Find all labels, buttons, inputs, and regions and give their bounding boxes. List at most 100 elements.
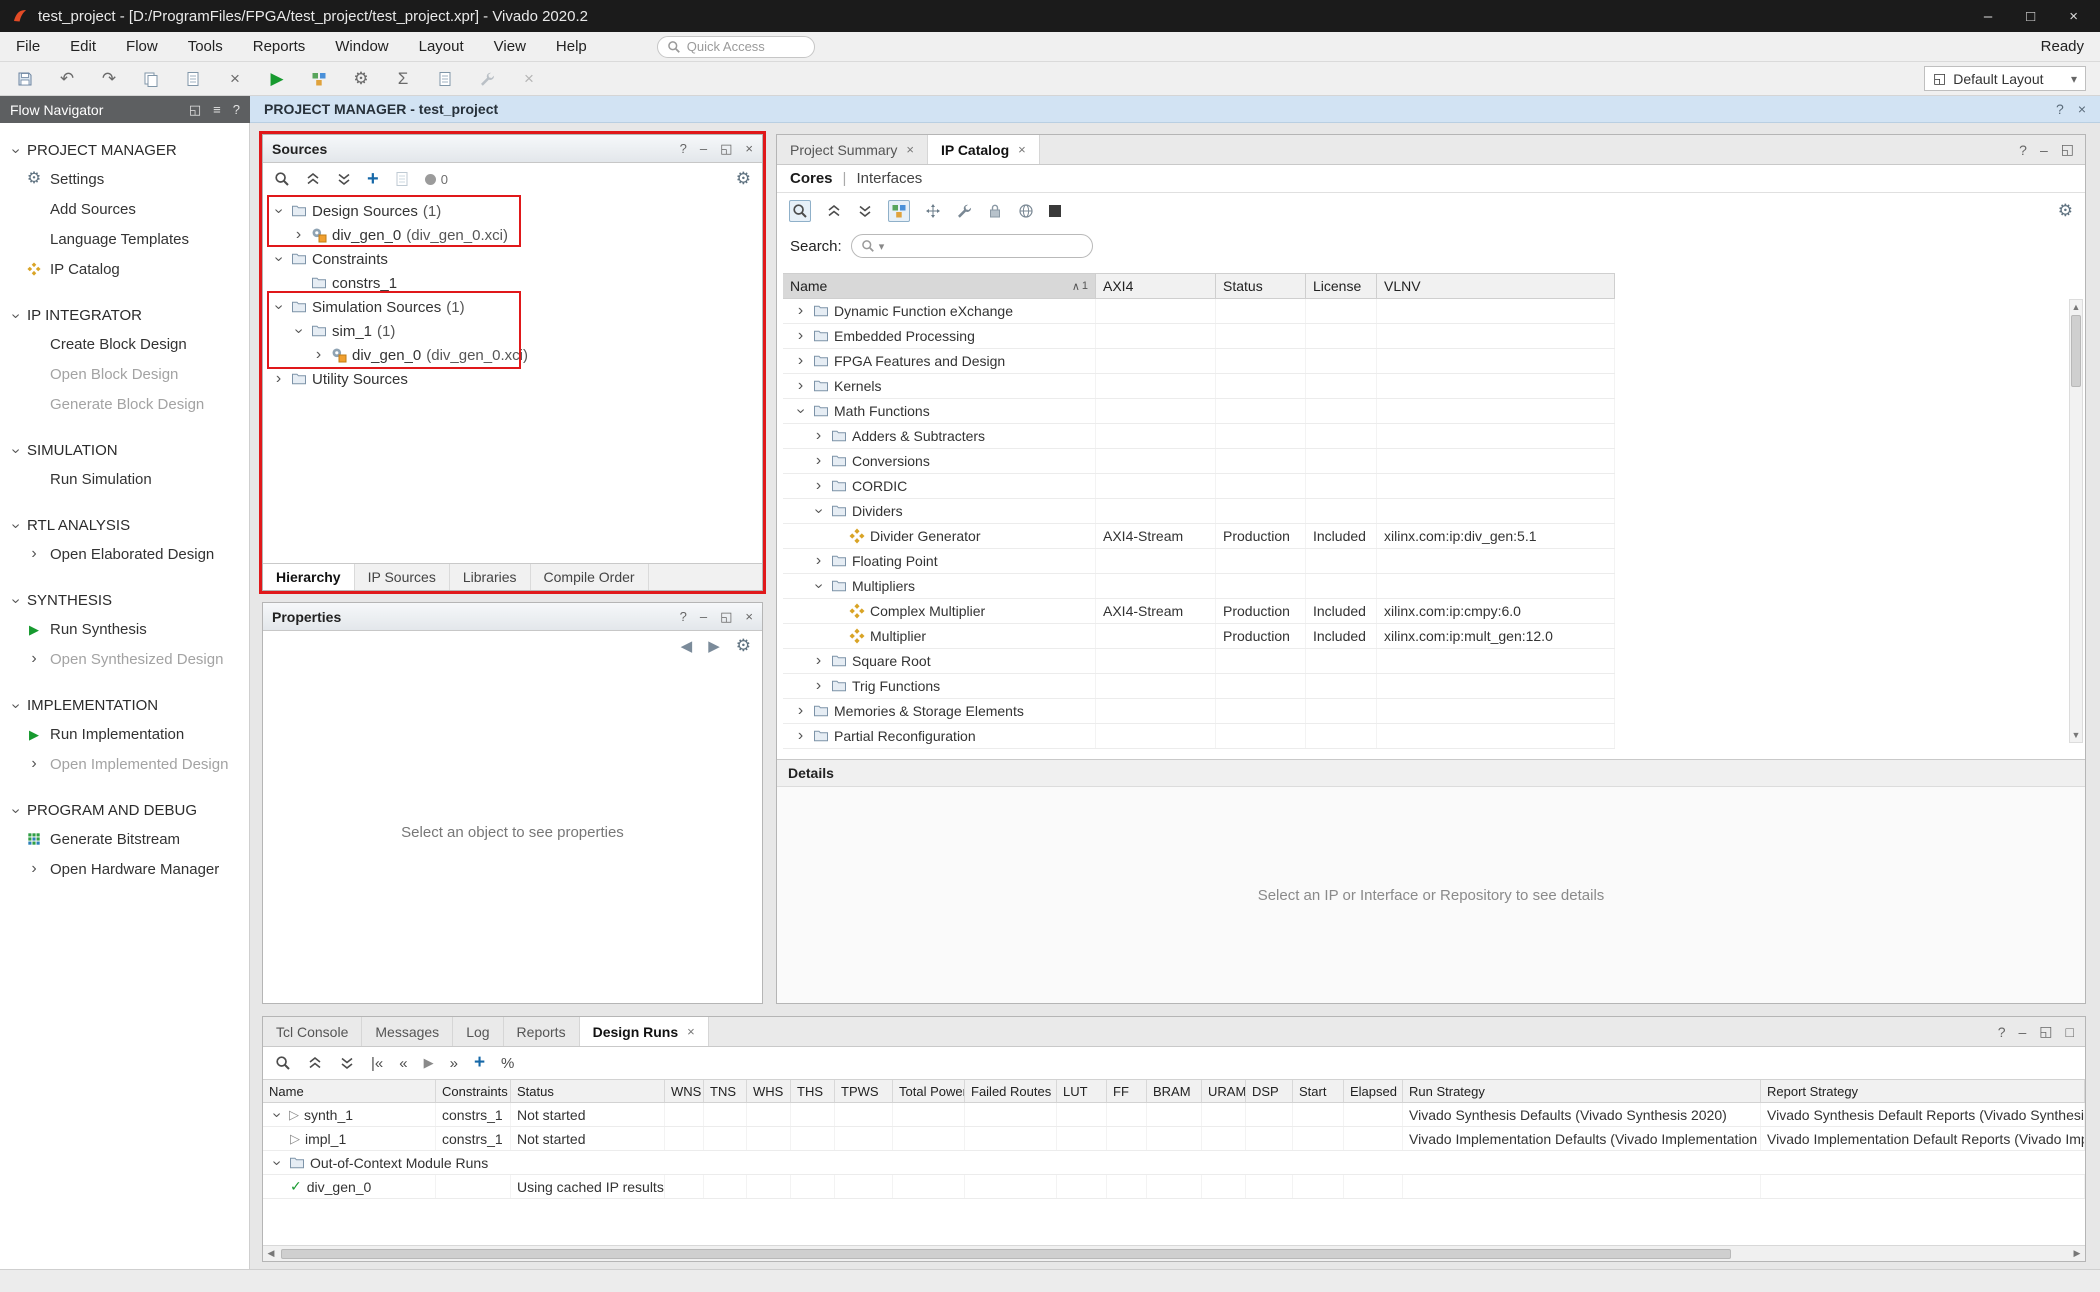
design-run-row[interactable]: Out-of-Context Module Runs — [263, 1151, 2085, 1175]
collapse-all-icon[interactable] — [826, 203, 842, 219]
redo-icon[interactable]: ↷ — [98, 68, 120, 90]
expander-icon[interactable] — [269, 1107, 284, 1122]
tree-item-constraints[interactable]: Constraints — [263, 247, 762, 271]
forward-icon[interactable]: ▶ — [708, 637, 720, 655]
flownav-item-generate-block-design[interactable]: Generate Block Design — [0, 389, 249, 419]
ip-catalog-row[interactable]: Dividers — [783, 499, 1615, 524]
expander-icon[interactable] — [811, 679, 826, 694]
menu-edit[interactable]: Edit — [70, 38, 96, 55]
help-icon[interactable]: ? — [680, 609, 687, 625]
run-icon[interactable]: ▶ — [266, 68, 288, 90]
tab-ip-sources[interactable]: IP Sources — [355, 564, 450, 590]
expander-icon[interactable] — [811, 654, 826, 669]
tree-item-div-gen-0[interactable]: div_gen_0(div_gen_0.xci) — [263, 223, 762, 247]
ip-catalog-row[interactable]: Conversions — [783, 449, 1615, 474]
scrollbar-thumb[interactable] — [2071, 315, 2081, 387]
back-icon[interactable]: ◀ — [681, 637, 693, 655]
flownav-item-language-templates[interactable]: Language Templates — [0, 224, 249, 254]
expander-icon[interactable] — [811, 579, 826, 594]
design-run-row[interactable]: ✓div_gen_0 Using cached IP results — [263, 1175, 2085, 1199]
move-icon[interactable] — [925, 203, 941, 219]
flownav-item-add-sources[interactable]: Add Sources — [0, 194, 249, 224]
scroll-left-icon[interactable]: ◀ — [263, 1248, 279, 1259]
menu-layout[interactable]: Layout — [419, 38, 464, 55]
flownav-item-open-implemented-design[interactable]: Open Implemented Design — [0, 749, 249, 779]
gear-icon[interactable]: ⚙ — [736, 636, 751, 656]
cancel-icon[interactable]: × — [518, 68, 540, 90]
tab-reports[interactable]: Reports — [504, 1017, 580, 1046]
design-run-row[interactable]: ▷synth_1 constrs_1Not started Vivado Syn… — [263, 1103, 2085, 1127]
dock-icon[interactable]: ◱ — [189, 102, 201, 118]
flownav-item-open-elaborated-design[interactable]: Open Elaborated Design — [0, 539, 249, 569]
ip-catalog-row[interactable]: Dynamic Function eXchange — [783, 299, 1615, 324]
tab-design-runs[interactable]: Design Runs× — [580, 1017, 709, 1046]
search-icon[interactable] — [789, 200, 811, 222]
menu-help[interactable]: Help — [556, 38, 587, 55]
menu-flow[interactable]: Flow — [126, 38, 158, 55]
ip-catalog-row[interactable]: Square Root — [783, 649, 1615, 674]
expander-icon[interactable] — [793, 729, 808, 744]
expander-icon[interactable] — [271, 252, 286, 267]
collapse-all-icon[interactable] — [307, 1055, 323, 1071]
horizontal-scrollbar[interactable]: ◀ ▶ — [263, 1245, 2085, 1261]
settings-gear-icon[interactable]: ⚙ — [350, 68, 372, 90]
maximize-icon[interactable]: □ — [2066, 1024, 2074, 1040]
expander-icon[interactable] — [793, 304, 808, 319]
expander-icon[interactable] — [811, 429, 826, 444]
flownav-item-open-hardware-manager[interactable]: Open Hardware Manager — [0, 854, 249, 884]
scrollbar-thumb[interactable] — [281, 1249, 1731, 1259]
tree-item-design-sources[interactable]: Design Sources(1) — [263, 199, 762, 223]
step-back-icon[interactable]: « — [399, 1055, 407, 1072]
expand-all-icon[interactable] — [339, 1055, 355, 1071]
flownav-item-run-implementation[interactable]: ▶Run Implementation — [0, 719, 249, 749]
minimize-icon[interactable]: – — [700, 141, 707, 157]
search-icon[interactable] — [275, 1055, 291, 1071]
menu-icon[interactable]: ≡ — [213, 102, 221, 118]
help-icon[interactable]: ? — [1998, 1024, 2006, 1040]
expand-all-icon[interactable] — [336, 171, 352, 187]
scroll-up-icon[interactable]: ▲ — [2072, 302, 2081, 312]
column-header-name[interactable]: Name1 — [783, 274, 1096, 298]
close-icon[interactable]: × — [745, 609, 753, 625]
quick-access-search[interactable]: Quick Access — [657, 36, 815, 58]
flownav-item-settings[interactable]: ⚙Settings — [0, 164, 249, 194]
tab-compile-order[interactable]: Compile Order — [531, 564, 649, 590]
flownav-item-open-block-design[interactable]: Open Block Design — [0, 359, 249, 389]
tab-log[interactable]: Log — [453, 1017, 503, 1046]
expander-icon[interactable] — [271, 300, 286, 315]
expander-icon[interactable] — [291, 228, 306, 243]
flownav-section-implementation[interactable]: IMPLEMENTATION — [0, 692, 249, 719]
ip-catalog-row[interactable]: Complex MultiplierAXI4-StreamProductionI… — [783, 599, 1615, 624]
help-icon[interactable]: ? — [680, 141, 687, 157]
add-sources-icon[interactable]: + — [367, 168, 379, 191]
ip-catalog-row[interactable]: Kernels — [783, 374, 1615, 399]
sources-panel-header[interactable]: Sources ? – ◱ × — [263, 135, 762, 163]
ip-catalog-row[interactable]: Divider GeneratorAXI4-StreamProductionIn… — [783, 524, 1615, 549]
flownav-section-project-manager[interactable]: PROJECT MANAGER — [0, 137, 249, 164]
scroll-down-icon[interactable]: ▼ — [2072, 730, 2081, 740]
tab-tcl-console[interactable]: Tcl Console — [263, 1017, 362, 1046]
column-header-vlnv[interactable]: VLNV — [1377, 274, 1615, 298]
create-runs-icon[interactable]: + — [474, 1052, 485, 1074]
tab-messages[interactable]: Messages — [362, 1017, 453, 1046]
edit-icon[interactable] — [476, 68, 498, 90]
close-tab-icon[interactable]: × — [687, 1024, 695, 1039]
customize-wrench-icon[interactable] — [956, 203, 972, 219]
menu-file[interactable]: File — [16, 38, 40, 55]
menu-reports[interactable]: Reports — [253, 38, 306, 55]
flownav-section-synthesis[interactable]: SYNTHESIS — [0, 587, 249, 614]
expander-icon[interactable] — [793, 354, 808, 369]
expander-icon[interactable] — [811, 554, 826, 569]
subtab-interfaces[interactable]: Interfaces — [856, 170, 922, 187]
collapse-all-icon[interactable] — [305, 171, 321, 187]
float-icon[interactable]: ◱ — [2039, 1023, 2052, 1040]
flownav-section-ip-integrator[interactable]: IP INTEGRATOR — [0, 302, 249, 329]
ip-catalog-row[interactable]: Adders & Subtracters — [783, 424, 1615, 449]
help-icon[interactable]: ? — [233, 102, 240, 118]
ip-catalog-row[interactable]: Floating Point — [783, 549, 1615, 574]
tree-item-utility-sources[interactable]: Utility Sources — [263, 367, 762, 391]
help-icon[interactable]: ? — [2019, 142, 2027, 158]
menu-view[interactable]: View — [494, 38, 526, 55]
flownav-item-run-simulation[interactable]: Run Simulation — [0, 464, 249, 494]
design-run-row[interactable]: ▷impl_1 constrs_1Not started Vivado Impl… — [263, 1127, 2085, 1151]
